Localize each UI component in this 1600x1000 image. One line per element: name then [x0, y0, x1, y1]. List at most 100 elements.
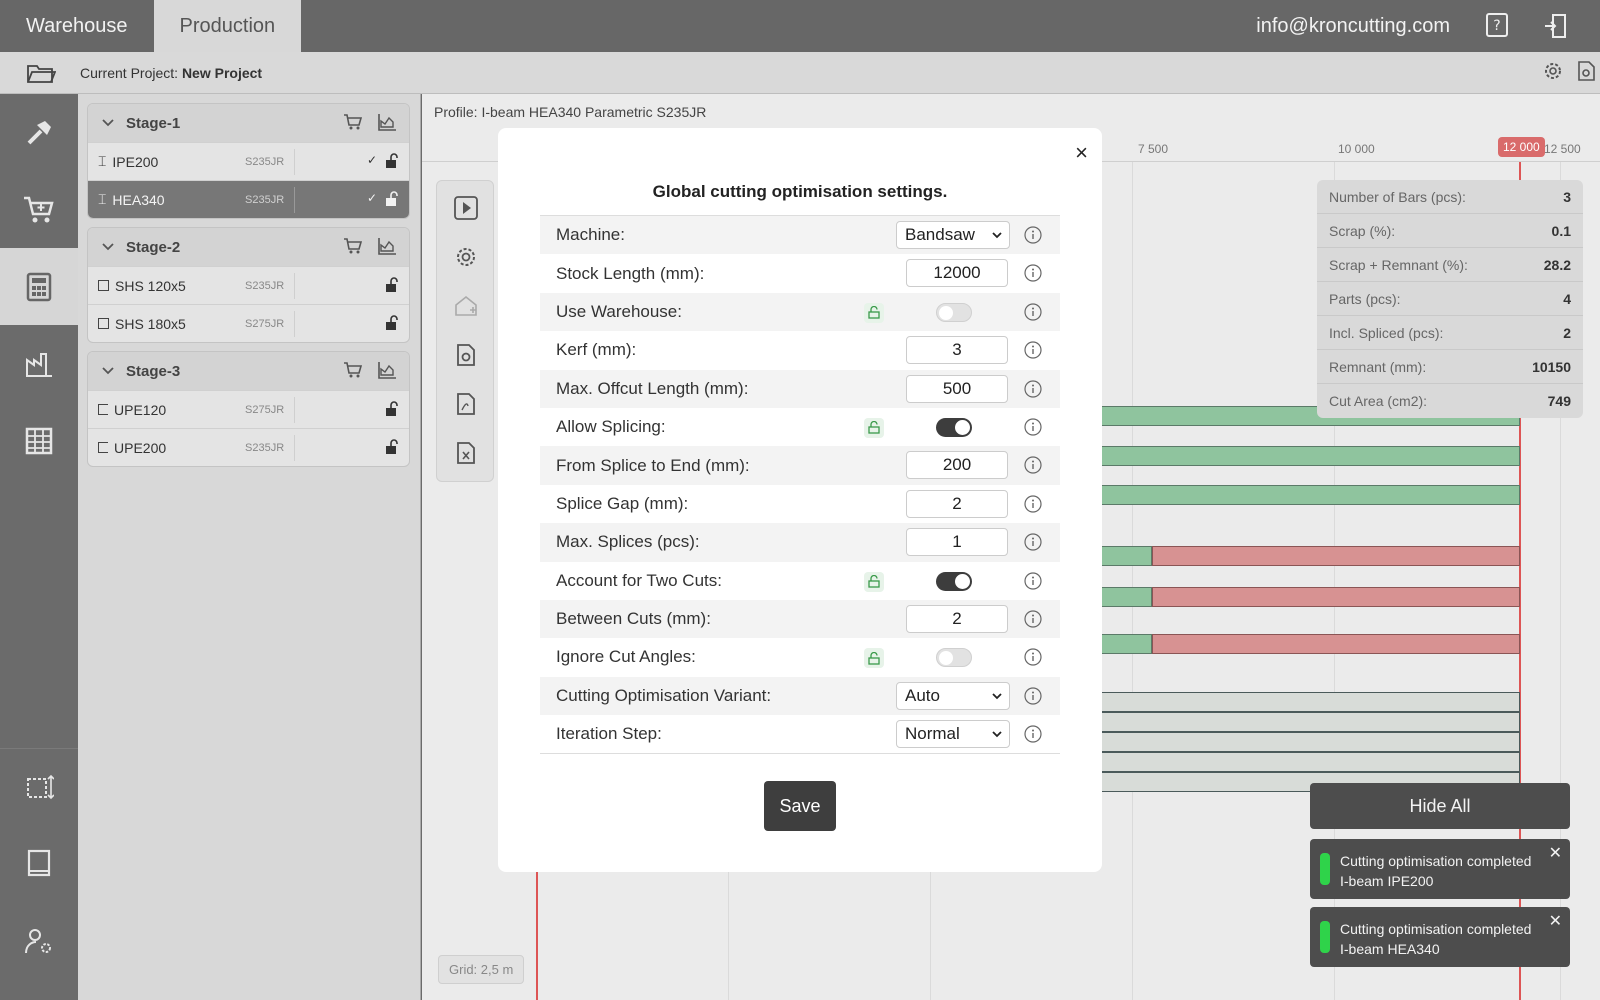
- logout-icon[interactable]: [1542, 13, 1568, 39]
- nav-user-settings-button[interactable]: [0, 902, 78, 979]
- machine-select[interactable]: Bandsaw: [896, 221, 1010, 249]
- nav-cart-button[interactable]: [0, 171, 78, 248]
- kerf-input[interactable]: [906, 336, 1008, 365]
- info-icon[interactable]: [1024, 264, 1042, 282]
- nav-table-button[interactable]: [0, 402, 78, 479]
- empty-bar[interactable]: [1072, 692, 1520, 712]
- excel-icon[interactable]: [453, 440, 479, 466]
- unlock-icon[interactable]: [385, 315, 399, 331]
- unlock-icon[interactable]: [385, 153, 399, 169]
- stats-panel: Number of Bars (pcs): 3 Scrap (%): 0.1 Scr…: [1317, 180, 1583, 418]
- splice-to-end-input[interactable]: [906, 451, 1008, 480]
- lock-open-icon[interactable]: [864, 571, 884, 592]
- chart-icon[interactable]: [377, 237, 397, 255]
- nav-factory-button[interactable]: [0, 325, 78, 402]
- chart-icon[interactable]: [377, 113, 397, 131]
- chevron-down-icon[interactable]: [102, 367, 114, 375]
- info-icon[interactable]: [1024, 725, 1042, 743]
- cart-icon[interactable]: [343, 237, 363, 255]
- play-icon[interactable]: [453, 195, 479, 221]
- document-gear-icon[interactable]: [453, 342, 479, 368]
- nav-calculator-button[interactable]: [0, 248, 78, 325]
- profile-row[interactable]: UPE200 S235JR: [88, 428, 409, 466]
- document-settings-icon[interactable]: [1576, 60, 1596, 82]
- current-project: Current Project: New Project: [80, 64, 263, 81]
- close-icon[interactable]: ✕: [1549, 911, 1562, 931]
- info-icon[interactable]: [1024, 379, 1042, 398]
- account-email[interactable]: info@kroncutting.com: [1256, 15, 1450, 38]
- remnant-bar[interactable]: [1152, 634, 1520, 654]
- empty-bar[interactable]: [1072, 732, 1520, 752]
- nav-resize-button[interactable]: [0, 748, 78, 825]
- ignore-cut-angles-toggle[interactable]: [936, 648, 972, 668]
- remnant-bar[interactable]: [1152, 546, 1520, 566]
- variant-select[interactable]: Auto: [896, 681, 1010, 710]
- remnant-bar[interactable]: [1152, 587, 1520, 607]
- stage-header[interactable]: Stage-1: [88, 104, 409, 142]
- cut-bar[interactable]: [1072, 485, 1520, 505]
- cart-icon[interactable]: [343, 361, 363, 379]
- between-cuts-input[interactable]: [906, 604, 1008, 633]
- close-icon[interactable]: ×: [1075, 140, 1088, 166]
- ruler-label: 12 500: [1544, 142, 1581, 156]
- stage-header[interactable]: Stage-3: [88, 352, 409, 390]
- book-icon: [27, 849, 51, 876]
- tab-warehouse[interactable]: Warehouse: [0, 0, 154, 52]
- info-icon[interactable]: [1024, 571, 1042, 590]
- nav-tools-button[interactable]: [0, 94, 78, 171]
- two-cuts-toggle[interactable]: [936, 571, 972, 591]
- nav-book-button[interactable]: [0, 825, 78, 902]
- chevron-down-icon[interactable]: [102, 243, 114, 251]
- info-icon[interactable]: [1024, 226, 1042, 244]
- tab-production[interactable]: Production: [153, 0, 302, 52]
- unlock-icon[interactable]: [385, 401, 399, 417]
- info-icon[interactable]: [1024, 456, 1042, 474]
- save-button[interactable]: Save: [764, 781, 836, 831]
- stock-length-input[interactable]: [906, 259, 1008, 288]
- pdf-icon[interactable]: [453, 391, 479, 417]
- open-folder-icon[interactable]: [26, 61, 56, 85]
- cut-bar[interactable]: [1072, 446, 1520, 466]
- lock-open-icon[interactable]: [864, 302, 884, 323]
- profile-row[interactable]: SHS 180x5 S275JR: [88, 304, 409, 342]
- lock-open-icon[interactable]: [864, 648, 884, 669]
- hide-all-button[interactable]: Hide All: [1310, 783, 1570, 829]
- setting-label: Use Warehouse:: [556, 301, 682, 321]
- chart-icon[interactable]: [377, 361, 397, 379]
- cart-icon[interactable]: [343, 113, 363, 131]
- max-offcut-input[interactable]: [906, 374, 1008, 403]
- max-splices-input[interactable]: [906, 528, 1008, 557]
- close-icon[interactable]: ✕: [1549, 843, 1562, 863]
- info-icon[interactable]: [1024, 687, 1042, 705]
- info-icon[interactable]: [1024, 533, 1042, 551]
- info-icon[interactable]: [1024, 303, 1042, 321]
- profile-row-selected[interactable]: ⌶ HEA340 S235JR ✓: [88, 180, 409, 218]
- unlock-icon[interactable]: [385, 191, 399, 207]
- iteration-step-select[interactable]: Normal: [896, 720, 1010, 749]
- setting-between-cuts: Between Cuts (mm):: [540, 599, 1060, 639]
- unlock-icon[interactable]: [385, 439, 399, 455]
- setting-label: Ignore Cut Angles:: [556, 647, 696, 667]
- allow-splicing-toggle[interactable]: [936, 417, 972, 437]
- stage-header[interactable]: Stage-2: [88, 228, 409, 266]
- profile-row[interactable]: UPE120 S275JR: [88, 390, 409, 428]
- project-bar: Current Project: New Project: [0, 52, 1600, 94]
- gear-icon[interactable]: [453, 244, 479, 270]
- lock-open-icon[interactable]: [864, 417, 884, 438]
- info-icon[interactable]: [1024, 341, 1042, 359]
- splice-gap-input[interactable]: [906, 489, 1008, 518]
- empty-bar[interactable]: [1072, 752, 1520, 772]
- chevron-down-icon[interactable]: [102, 119, 114, 127]
- stat-row: Scrap (%): 0.1: [1317, 214, 1583, 248]
- use-warehouse-toggle[interactable]: [936, 302, 972, 322]
- info-icon[interactable]: [1024, 648, 1042, 666]
- help-icon[interactable]: ?: [1484, 13, 1510, 39]
- profile-row[interactable]: ⌶ IPE200 S235JR ✓: [88, 142, 409, 180]
- info-icon[interactable]: [1024, 495, 1042, 513]
- profile-row[interactable]: SHS 120x5 S235JR: [88, 266, 409, 304]
- info-icon[interactable]: [1024, 610, 1042, 628]
- empty-bar[interactable]: [1072, 712, 1520, 732]
- unlock-icon[interactable]: [385, 277, 399, 293]
- info-icon[interactable]: [1024, 418, 1042, 436]
- settings-gear-icon[interactable]: [1542, 60, 1564, 82]
